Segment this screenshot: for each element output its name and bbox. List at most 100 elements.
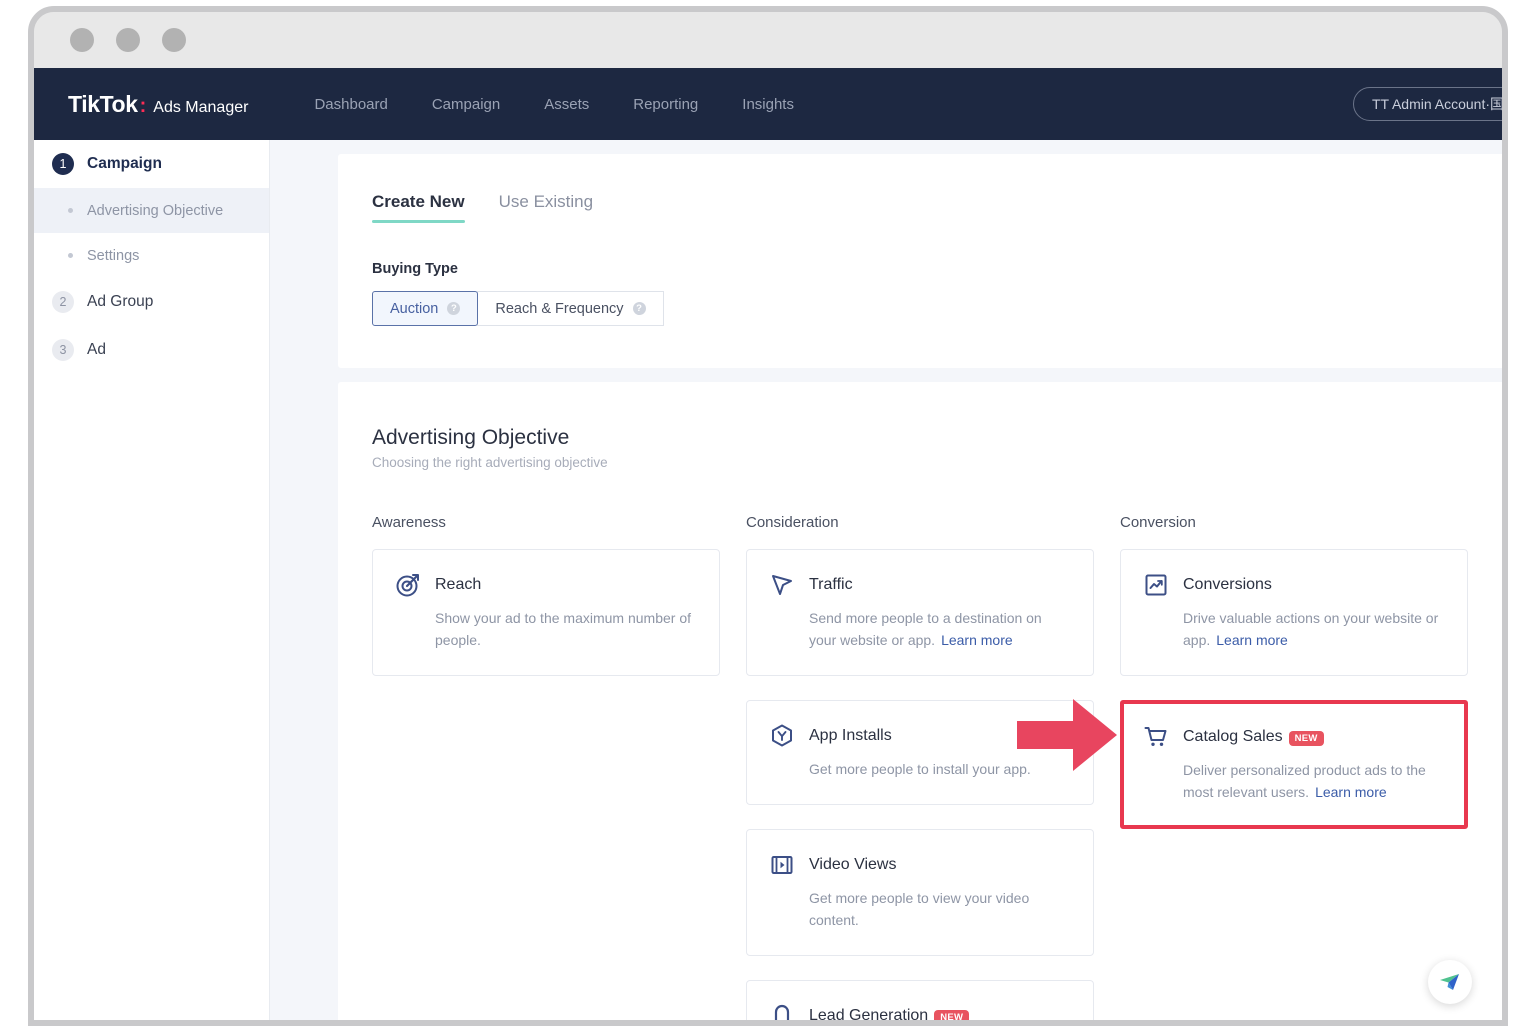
learn-more-link[interactable]: Learn more (941, 632, 1013, 648)
step-badge-1: 1 (52, 153, 74, 175)
objective-card-conversions[interactable]: Conversions Drive valuable actions on yo… (1120, 549, 1468, 676)
learn-more-link[interactable]: Learn more (1216, 632, 1288, 648)
card-description-text: Get more people to install your app. (809, 761, 1031, 777)
card-title: Catalog Sales NEW (1183, 728, 1324, 746)
step-badge-2: 2 (52, 291, 74, 313)
hexagon-app-installs-icon (772, 724, 792, 747)
help-icon[interactable]: ? (632, 302, 646, 315)
bullet-dot-icon (68, 253, 73, 258)
maximize-dot[interactable] (162, 28, 186, 52)
objective-column-consideration: Consideration Traffic Send more people t… (746, 514, 1094, 1024)
tab-create-new[interactable]: Create New (372, 192, 465, 223)
sidebar-item-ad[interactable]: 3 Ad (34, 326, 269, 374)
card-header: Conversions (1143, 572, 1445, 598)
browser-window: TikTok : Ads Manager Dashboard Campaign … (28, 6, 1508, 1026)
film-video-views-icon (771, 856, 793, 874)
buying-type-segmented-control: Auction ? Reach & Frequency ? (372, 291, 664, 326)
new-badge: NEW (934, 1010, 970, 1020)
top-navigation-bar: TikTok : Ads Manager Dashboard Campaign … (34, 68, 1502, 140)
page-subtitle: Choosing the right advertising objective (372, 455, 608, 470)
learn-more-link[interactable]: Learn more (1315, 784, 1387, 800)
bullet-dot-icon (68, 208, 73, 213)
send-feedback-button[interactable] (1428, 960, 1472, 1004)
close-dot[interactable] (70, 28, 94, 52)
cart-catalog-sales-icon (1144, 727, 1167, 746)
tab-use-existing[interactable]: Use Existing (499, 192, 593, 223)
card-title: Conversions (1183, 576, 1272, 593)
sidebar-item-campaign[interactable]: 1 Campaign (34, 140, 269, 188)
nav-item-dashboard[interactable]: Dashboard (292, 96, 409, 113)
card-description-text: Deliver personalized product ads to the … (1183, 762, 1426, 800)
objective-card-video-views[interactable]: Video Views Get more people to view your… (746, 829, 1094, 956)
card-header: Lead Generation NEW (769, 1003, 1071, 1024)
segment-label: Auction (390, 300, 439, 317)
card-description: Show your ad to the maximum number of pe… (395, 607, 697, 651)
target-reach-icon (396, 574, 419, 597)
chart-conversions-icon (1145, 574, 1167, 596)
card-header: Video Views (769, 852, 1071, 878)
buying-type-option-reach-frequency[interactable]: Reach & Frequency ? (477, 291, 664, 326)
mode-tabs: Create New Use Existing (372, 192, 1502, 223)
buying-type-label: Buying Type (372, 261, 458, 277)
card-description: Send more people to a destination on you… (769, 607, 1071, 651)
objective-card-lead-generation[interactable]: Lead GenerationNEW Collect leads for you… (746, 980, 1094, 1024)
magnet-lead-generation-icon (774, 1004, 790, 1020)
card-title-text: Catalog Sales (1183, 728, 1283, 745)
sidebar-item-ad-group[interactable]: 2 Ad Group (34, 278, 269, 326)
objective-card-reach[interactable]: Reach Show your ad to the maximum number… (372, 549, 720, 676)
card-description-text: Show your ad to the maximum number of pe… (435, 610, 692, 648)
card-header: Reach (395, 572, 697, 598)
sidebar-item-label: Ad Group (87, 293, 154, 310)
nav-item-insights[interactable]: Insights (720, 96, 816, 113)
column-heading: Conversion (1120, 514, 1196, 531)
card-description: Get more people to install your app. (769, 758, 1071, 780)
buying-type-option-auction[interactable]: Auction ? (372, 291, 479, 326)
brand-colon-mark: : (139, 94, 147, 117)
brand-logo[interactable]: TikTok : Ads Manager (68, 91, 248, 118)
card-title: Traffic (809, 576, 853, 593)
sidebar-item-label: Ad (87, 341, 106, 358)
minimize-dot[interactable] (116, 28, 140, 52)
card-header: App Installs (769, 723, 1071, 749)
main-content: Create New Use Existing Buying Type Auct… (270, 140, 1502, 1024)
brand-tiktok-text: TikTok (68, 90, 138, 117)
send-paper-plane-icon (1440, 974, 1459, 990)
window-titlebar (34, 12, 1502, 68)
page-title: Advertising Objective (372, 426, 570, 449)
objective-card-traffic[interactable]: Traffic Send more people to a destinatio… (746, 549, 1094, 676)
sidebar-subitem-label: Advertising Objective (87, 202, 224, 219)
brand-product-text: Ads Manager (153, 98, 249, 116)
card-title: Lead Generation NEW (809, 1007, 970, 1024)
column-heading: Consideration (746, 514, 839, 531)
nav-item-assets[interactable]: Assets (522, 96, 611, 113)
help-icon[interactable]: ? (447, 302, 461, 315)
sidebar-item-settings[interactable]: Settings (34, 233, 269, 278)
card-description: Drive valuable actions on your website o… (1143, 607, 1445, 651)
objective-columns: Awareness Reach Show your ad to the maxi… (372, 514, 1502, 1024)
objective-card-app-installs[interactable]: App Installs Get more people to install … (746, 700, 1094, 805)
card-header: Traffic (769, 572, 1071, 598)
nav-item-campaign[interactable]: Campaign (410, 96, 522, 113)
step-badge-3: 3 (52, 339, 74, 361)
card-title: Video Views (809, 856, 897, 873)
card-title-text: Lead Generation (809, 1007, 929, 1024)
sidebar-item-label: Campaign (87, 155, 162, 172)
objective-card-catalog-sales[interactable]: Catalog Sales NEW Deliver personalized pr… (1120, 700, 1468, 829)
card-description: Get more people to view your video conte… (769, 887, 1071, 931)
sidebar-subitem-label: Settings (87, 247, 140, 264)
segment-label: Reach & Frequency (495, 300, 624, 317)
card-title: App Installs (809, 727, 892, 744)
new-badge: NEW (1288, 731, 1324, 746)
card-description-text: Get more people to view your video conte… (809, 890, 1030, 928)
card-header: Catalog Sales NEW (1143, 724, 1445, 750)
column-heading: Awareness (372, 514, 446, 531)
advertising-objective-panel: Advertising Objective Choosing the right… (338, 382, 1502, 1024)
objective-column-conversion: Conversion Conversions Drive valuable ac… (1120, 514, 1468, 1020)
sidebar-item-advertising-objective[interactable]: Advertising Objective (34, 188, 269, 233)
campaign-setup-panel: Create New Use Existing Buying Type Auct… (338, 154, 1502, 368)
account-selector[interactable]: TT Admin Account·国 (1353, 87, 1502, 121)
objective-column-awareness: Awareness Reach Show your ad to the maxi… (372, 514, 720, 1020)
nav-item-reporting[interactable]: Reporting (611, 96, 720, 113)
cursor-traffic-icon (772, 575, 792, 595)
sidebar: 1 Campaign Advertising Objective Setting… (34, 140, 270, 1020)
